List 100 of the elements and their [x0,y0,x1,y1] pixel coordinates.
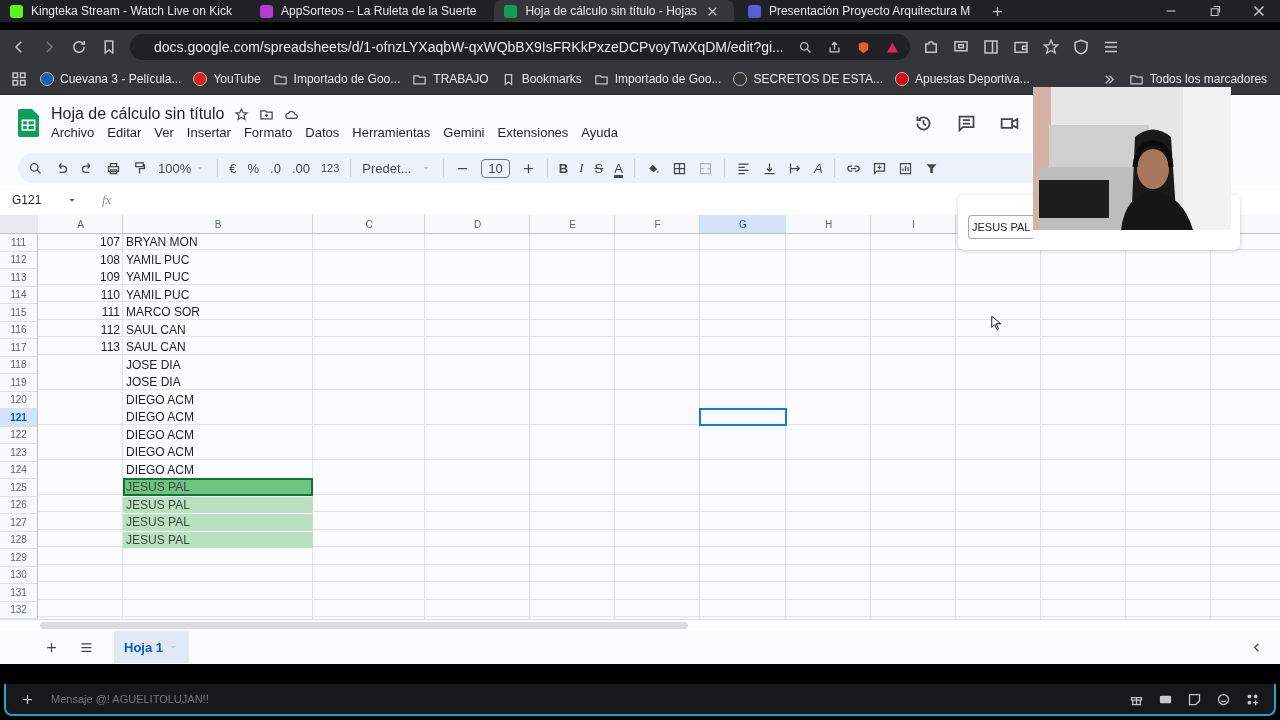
column-header[interactable]: E [530,215,615,233]
bookmark-item[interactable]: Importado de Goo... [272,71,401,87]
paint-roller-icon[interactable] [132,160,147,176]
merge-cells-icon[interactable] [697,160,713,176]
emoji-icon[interactable] [1216,691,1231,707]
column-header[interactable]: B [123,215,313,233]
row-header[interactable]: 129 [0,549,38,567]
message-field[interactable]: Mensaje @! AGUELITOLUJAN!! [49,692,1115,706]
row-header[interactable]: 121 [0,409,38,427]
number-format-button[interactable]: 123 [320,162,340,174]
share-icon[interactable] [826,39,842,55]
menu-item[interactable]: Extensiones [497,125,569,140]
menu-item[interactable]: Gemini [443,125,485,140]
menu-item[interactable]: Datos [305,125,340,140]
search-icon[interactable] [28,160,43,176]
column-header[interactable]: G [700,215,786,233]
name-box[interactable]: G121 [12,193,60,207]
table-cell: JESUS PAL [123,531,313,548]
bookmark-item[interactable]: Apuestas Deportiva... [895,72,1030,86]
apps-grid-icon[interactable] [10,70,28,88]
strikethrough-button[interactable]: S [594,160,604,176]
decrease-decimals-button[interactable]: .0 [270,160,281,176]
increase-decimals-button[interactable]: .00 [291,160,310,176]
chart-icon[interactable] [897,160,913,176]
table-cell-text: DIEGO ACM [125,461,195,478]
fx-label: fx [102,192,112,208]
text-rotation-button[interactable]: A [813,160,823,176]
currency-button[interactable]: € [229,160,237,176]
table-cell-text: 113 [99,339,121,356]
bookmark-item[interactable]: Cuevana 3 - Película... [40,72,182,86]
print-icon[interactable] [106,160,121,176]
document-title[interactable]: Hoja de cálculo sin título [51,105,225,123]
sheets-logo-icon[interactable] [18,109,39,137]
active-cell-outline[interactable] [699,408,787,426]
browser-tab[interactable]: Hoja de cálculo sin título - Hojas [494,0,734,22]
italic-button[interactable]: I [579,160,584,176]
table-cell-text: DIEGO ACM [125,409,195,426]
bookmark-item[interactable]: Bookmarks [500,71,582,87]
menu-item[interactable]: Editar [107,125,142,140]
bookmark-item[interactable]: TRABAJO [412,71,489,87]
column-header[interactable]: F [615,215,700,233]
star-icon[interactable] [234,106,250,122]
table-cell-text: JESUS PAL [125,479,191,496]
menu-item[interactable]: Herramientas [352,125,431,140]
row-header[interactable]: 127 [0,514,38,532]
browser-tab[interactable]: Presentación Proyecto Arquitectura M [737,0,985,22]
bookmark-item[interactable]: YouTube [193,72,261,86]
text-color-button[interactable]: A [614,160,623,176]
menu-item[interactable]: Insertar [186,125,231,140]
scrollbar-thumb[interactable] [40,622,688,629]
table-cell-text: 112 [99,321,121,338]
column-header[interactable]: D [425,215,530,233]
column-header[interactable]: A [38,215,123,233]
row-header[interactable]: 125 [0,479,38,497]
row-header[interactable]: 131 [0,584,38,602]
table-cell-text: SAUL CAN [125,339,187,356]
zoom-icon[interactable] [797,39,813,55]
bookmark-item[interactable]: Importado de Goo... [593,71,722,87]
browser-tab[interactable]: Kingteka Stream - Watch Live on Kick [0,0,246,22]
find-field[interactable]: JESUS PAL [968,215,1033,239]
address-bar[interactable]: docs.google.com/spreadsheets/d/1-ofnzLYXaqbW-qxWQbBX9IsFRKkPxzeDCPvoyTwXqDM/edit?gi... [130,34,910,60]
table-cell-text: YAMIL PUC [125,286,191,303]
table-cell-text: 108 [98,251,121,268]
sidebar-icon[interactable] [981,38,1000,56]
row-header[interactable]: 123 [0,444,38,462]
table-cell-text: JOSE DIA [125,356,182,373]
sheet-tab[interactable]: Hoja 1 [114,631,189,663]
table-cell-text: YAMIL PUC [125,251,191,268]
font-size-field[interactable]: 10 [481,158,510,178]
column-header[interactable]: H [786,215,871,233]
browser-tab[interactable]: AppSorteos – La Ruleta de la Suerte [250,0,491,22]
table-cell-text: BRYAN MON [125,234,199,251]
sticker-icon[interactable] [1187,691,1202,707]
column-header[interactable]: C [313,215,425,233]
percent-button[interactable]: % [247,160,260,176]
message-box[interactable]: Mensaje @! AGUELITOLUJAN!! [4,684,1276,716]
menu-item[interactable]: Formato [243,125,293,140]
row-header[interactable]: 115 [0,304,38,322]
zoom-dropdown[interactable]: 100% [158,160,207,176]
table-cell-text: YAMIL PUC [125,269,191,286]
menu-item[interactable]: Ayuda [581,125,618,140]
borders-icon[interactable] [671,160,687,176]
row-header[interactable]: 119 [0,374,38,392]
table-cell-text: 110 [99,286,121,303]
add-comment-icon[interactable] [871,160,887,176]
column-header[interactable]: I [871,215,956,233]
bookmark-item[interactable]: SECRETOS DE ESTA... [733,72,883,86]
bold-button[interactable]: B [558,160,569,176]
table-cell-text: JOSE DIA [125,374,182,391]
table-cell-text: 107 [98,234,121,251]
shield-icon[interactable] [1071,38,1090,56]
menu-item[interactable]: Archivo [51,125,95,140]
reload-icon[interactable] [70,38,88,56]
row-header[interactable]: 117 [0,339,38,357]
row-header[interactable]: 113 [0,269,38,287]
menu-item[interactable]: Ver [154,125,174,140]
row-header[interactable]: 111 [0,234,38,252]
font-dropdown[interactable]: Predet... [362,160,433,176]
comments-icon[interactable] [956,113,977,134]
all-bookmarks-item[interactable]: Todos los marcadores [1128,71,1268,87]
